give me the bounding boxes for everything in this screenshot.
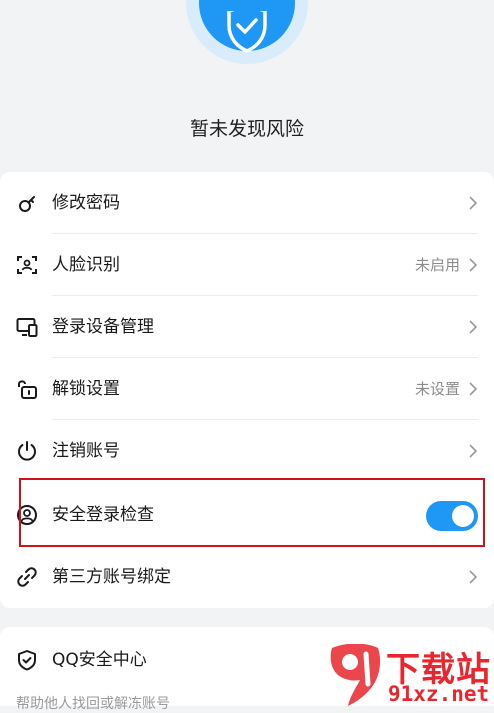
footer-hint: 帮助他人找回或解冻账号 [16,696,170,712]
row-label: 人脸识别 [52,255,120,275]
row-label: 修改密码 [52,193,120,213]
change-password-row[interactable]: 修改密码 [0,172,494,234]
chevron-right-icon [469,196,478,210]
row-status: 未启用 [414,256,460,274]
shield-icon [18,650,36,671]
chevron-right-icon [469,258,478,272]
login-device-row[interactable]: 登录设备管理 [0,296,494,358]
chevron-right-icon [469,570,478,584]
chevron-right-icon [469,382,478,396]
status-title: 暂未发现风险 [189,118,304,140]
face-scan-icon [17,256,37,274]
site-watermark: 下载站 91xz.net [326,640,494,706]
unlock-icon [18,380,37,399]
row-label: QQ安全中心 [52,650,147,670]
unlock-settings-row[interactable]: 解锁设置 未设置 [0,358,494,420]
security-status-header: 暂未发现风险 [0,0,494,172]
row-label: 解锁设置 [52,379,120,399]
delete-account-row[interactable]: 注销账号 [0,420,494,482]
shield-badge [199,0,295,53]
row-status: 未设置 [414,380,460,398]
chevron-right-icon [469,444,478,458]
key-icon [19,196,35,212]
power-icon [18,441,36,461]
watermark-logo-icon [330,644,381,706]
face-recognition-row[interactable]: 人脸识别 未启用 [0,234,494,296]
row-label: 第三方账号绑定 [52,567,171,587]
watermark-url: 91xz.net [388,682,490,706]
row-label: 注销账号 [52,441,120,461]
shield-check-icon [227,11,267,53]
highlight-box [19,478,485,547]
chevron-right-icon [469,320,478,334]
third-party-binding-row[interactable]: 第三方账号绑定 [0,546,494,608]
shield-halo [186,0,308,64]
row-label: 登录设备管理 [52,317,154,337]
devices-icon [16,318,38,337]
link-icon [17,567,37,587]
